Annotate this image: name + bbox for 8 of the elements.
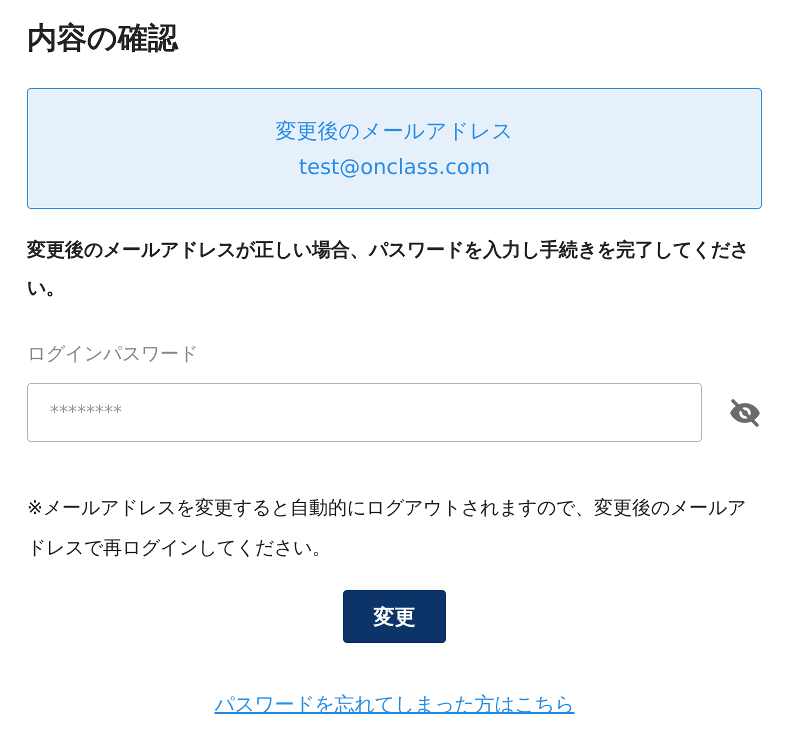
field-label: ログインパスワード <box>27 342 199 367</box>
email-address: test@onclass.com <box>298 154 490 180</box>
info-label: 変更後のメールアドレス <box>276 118 514 144</box>
instruction-text: 変更後のメールアドレスが正しい場合、パスワードを入力し手続きを完了してください。 <box>27 238 750 301</box>
note-text: ※メールアドレスを変更すると自動的にログアウトされますので、変更後のメールアドレスで再ログインしてください。 <box>27 496 747 561</box>
page-title: 内容の確認 <box>27 20 180 58</box>
change-button[interactable]: 変更 <box>343 590 446 643</box>
password-field[interactable]: ******** <box>27 383 702 442</box>
